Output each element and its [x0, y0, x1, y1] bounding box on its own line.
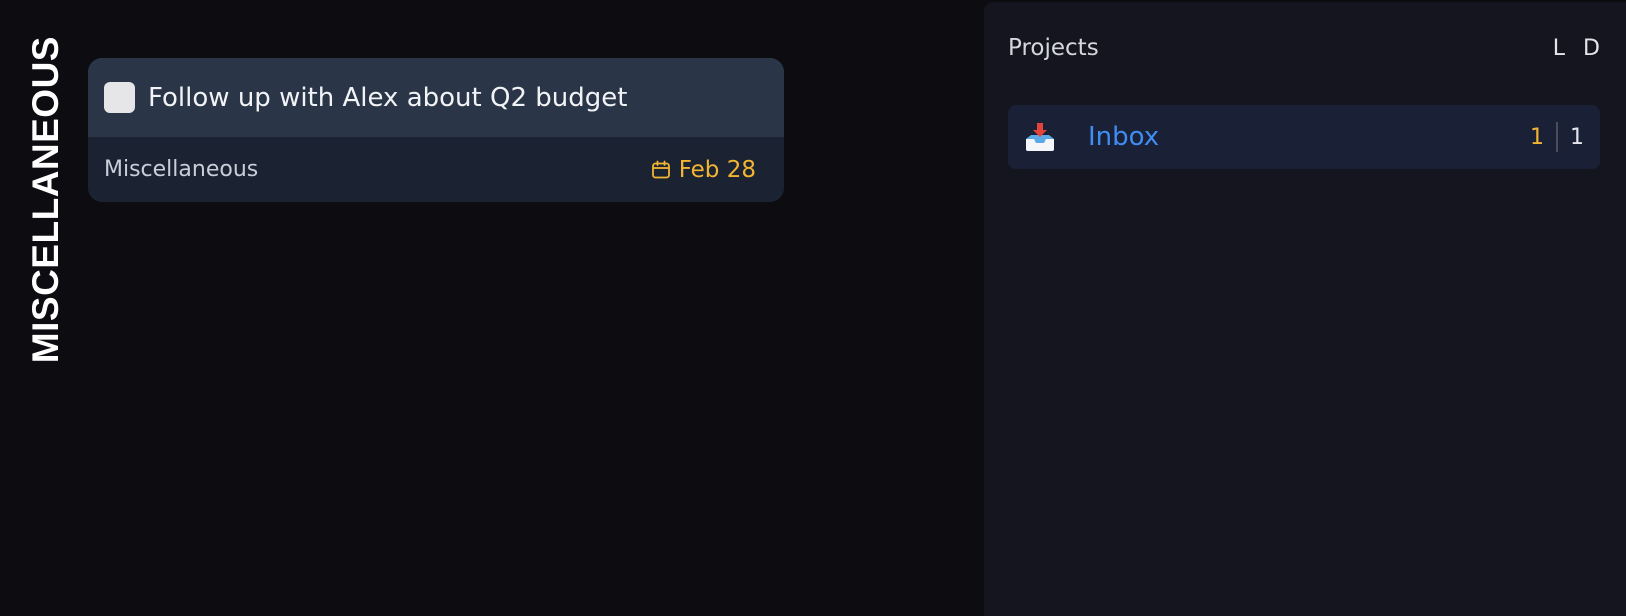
task-due-text: Feb 28: [678, 156, 756, 183]
section-heading: MISCELLANEOUS: [25, 36, 66, 376]
task-card-footer: Miscellaneous Feb 28: [88, 137, 784, 202]
sidebar-toggles: L D: [1553, 36, 1600, 61]
inbox-tray-icon: [1026, 123, 1054, 151]
task-card[interactable]: Follow up with Alex about Q2 budget Misc…: [88, 58, 784, 202]
section-heading-text: MISCELLANEOUS: [25, 36, 66, 364]
task-board: MISCELLANEOUS Follow up with Alex about …: [0, 0, 984, 616]
sidebar-item-inbox[interactable]: Inbox 1 1: [1008, 105, 1600, 169]
task-title[interactable]: Follow up with Alex about Q2 budget: [148, 83, 627, 113]
toggle-l-button[interactable]: L: [1553, 36, 1565, 61]
projects-sidebar: Projects L D Inbox 1 1: [984, 2, 1626, 616]
task-card-header: Follow up with Alex about Q2 budget: [88, 58, 784, 137]
app-window: MISCELLANEOUS Follow up with Alex about …: [0, 0, 1626, 616]
project-name: Inbox: [1088, 122, 1160, 152]
task-due-date: Feb 28: [651, 157, 756, 183]
total-count: 1: [1570, 124, 1584, 150]
sidebar-header: Projects L D: [1008, 30, 1600, 66]
count-divider: [1556, 122, 1558, 152]
due-count: 1: [1530, 124, 1544, 150]
project-counts: 1 1: [1530, 122, 1584, 152]
toggle-d-button[interactable]: D: [1583, 36, 1600, 61]
sidebar-title: Projects: [1008, 35, 1099, 61]
task-checkbox[interactable]: [104, 82, 135, 113]
calendar-icon: [651, 160, 670, 178]
task-project-label: Miscellaneous: [104, 157, 259, 182]
